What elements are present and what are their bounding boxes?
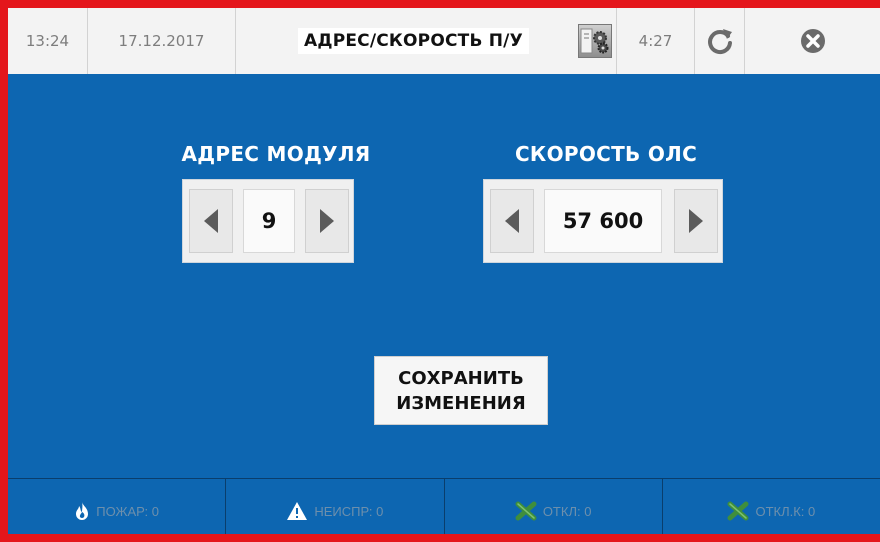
clock-date: 17.12.2017: [88, 8, 236, 74]
triangle-left-icon: [204, 209, 218, 233]
refresh-icon: [707, 29, 732, 55]
save-button-line1: СОХРАНИТЬ: [398, 367, 524, 389]
module-address-decrease-button[interactable]: [189, 189, 233, 253]
status-disabled-k-label: ОТКЛ.К: 0: [755, 503, 816, 519]
status-disabled-k[interactable]: ОТКЛ.К: 0: [663, 479, 880, 534]
module-address-increase-button[interactable]: [305, 189, 349, 253]
status-bar: ПОЖАР: 0 НЕИСПР: 0 ОТКЛ: 0 ОТКЛ.К: 0: [8, 478, 880, 534]
module-address-label: АДРЕС МОДУЛЯ: [181, 142, 371, 166]
ols-speed-label: СКОРОСТЬ ОЛС: [514, 142, 698, 166]
close-icon: [800, 29, 825, 53]
warning-icon: [287, 502, 308, 520]
triangle-left-icon: [505, 209, 519, 233]
ols-speed-value[interactable]: 57 600: [544, 189, 662, 253]
triangle-right-icon: [320, 209, 334, 233]
gears-icon: [580, 28, 609, 54]
module-address-value[interactable]: 9: [243, 189, 295, 253]
clock-time: 13:24: [8, 8, 88, 74]
save-button-line2: ИЗМЕНЕНИЯ: [396, 392, 526, 414]
ols-speed-stepper: 57 600: [483, 179, 723, 263]
fire-icon: [76, 502, 89, 520]
disabled-x-icon: [515, 501, 537, 521]
ols-speed-increase-button[interactable]: [674, 189, 718, 253]
title-area: АДРЕС/СКОРОСТЬ П/У: [236, 8, 617, 74]
module-address-stepper: 9: [182, 179, 354, 263]
refresh-button[interactable]: [695, 8, 745, 74]
app-window: 13:24 17.12.2017 АДРЕС/СКОРОСТЬ П/У 4:27: [0, 0, 880, 542]
status-fault[interactable]: НЕИСПР: 0: [226, 479, 445, 534]
header-bar: 13:24 17.12.2017 АДРЕС/СКОРОСТЬ П/У 4:27: [8, 8, 880, 74]
status-fire-label: ПОЖАР: 0: [96, 503, 159, 519]
settings-button[interactable]: [578, 24, 612, 58]
close-button[interactable]: [745, 8, 880, 74]
status-fire[interactable]: ПОЖАР: 0: [8, 479, 227, 534]
ols-speed-decrease-button[interactable]: [490, 189, 534, 253]
uptime: 4:27: [617, 8, 695, 74]
disabled-x-icon: [727, 501, 749, 521]
status-disabled[interactable]: ОТКЛ: 0: [445, 479, 663, 534]
page-title: АДРЕС/СКОРОСТЬ П/У: [298, 28, 529, 54]
triangle-right-icon: [689, 209, 703, 233]
save-changes-button[interactable]: СОХРАНИТЬ ИЗМЕНЕНИЯ: [374, 356, 548, 425]
status-disabled-label: ОТКЛ: 0: [542, 503, 592, 519]
status-fault-label: НЕИСПР: 0: [314, 503, 384, 519]
